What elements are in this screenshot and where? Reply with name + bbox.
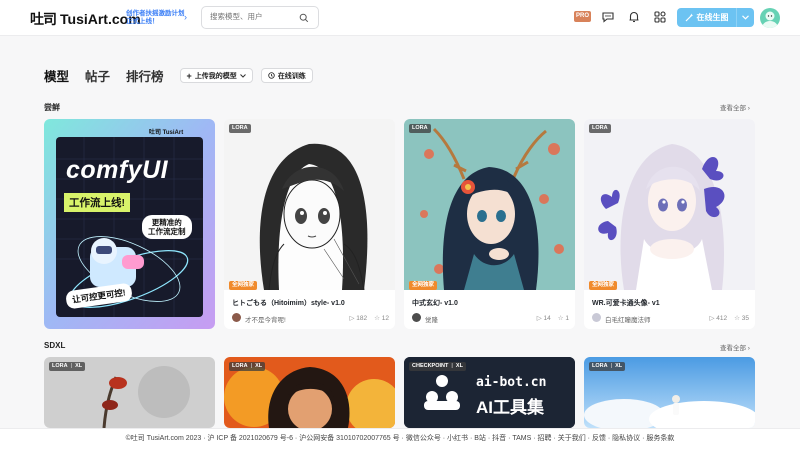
footer-links[interactable]: ©吐司 TusiArt.com 2023 · 沪 ICP 备 202102067…: [126, 435, 675, 442]
model-type-tag: LORA: [409, 124, 431, 133]
model-card[interactable]: LORA 全网独家 ヒトごもる（Hitoimim）style- v1.0 才不是…: [224, 119, 395, 329]
message-icon[interactable]: [601, 10, 615, 24]
play-icon: ▷: [709, 315, 715, 322]
model-title[interactable]: WR.可爱卡通头像- v1: [592, 298, 660, 308]
model-card[interactable]: LORA | XL: [224, 357, 395, 428]
likes-stat[interactable]: ☆ 35: [734, 314, 749, 322]
author-name[interactable]: 白毛红瞳魔法师: [605, 314, 651, 324]
model-title[interactable]: ヒトごもる（Hitoimim）style- v1.0: [232, 298, 345, 308]
logo-mark: 吐司: [30, 12, 57, 28]
model-card[interactable]: LORA 全网独家 WR.可爱卡通头像- v1 白毛红瞳魔法师 ▷ 412 ☆ …: [584, 119, 755, 329]
upload-model-button[interactable]: + 上传我的模型: [179, 68, 253, 83]
views-stat: ▷ 412: [709, 315, 728, 322]
promo-line-2: 正式上线！: [126, 18, 159, 25]
model-stats: ▷ 182 ☆ 12: [349, 314, 389, 322]
chevron-down-icon: [239, 73, 246, 78]
site-logo[interactable]: 吐司 TusiArt.com: [30, 9, 141, 29]
anime-girl-sketch-image: [224, 119, 395, 290]
search-box[interactable]: [201, 6, 319, 29]
tab-posts[interactable]: 帖子: [85, 66, 110, 85]
model-title[interactable]: 中式玄幻- v1.0: [412, 298, 458, 308]
model-meta: 白毛红瞳魔法师 ▷ 412 ☆ 35: [592, 313, 749, 324]
butterfly-girl-image: [584, 119, 755, 290]
bubble-line-1: 更精准的: [151, 218, 182, 227]
banner-subtitle: 工作流上线!: [64, 193, 130, 212]
user-avatar[interactable]: [760, 8, 780, 28]
generate-dropdown-button[interactable]: [736, 8, 754, 27]
model-card[interactable]: LORA 全网独家 中式玄幻- v1.0 觉隆 ▷ 14 ☆ 1: [404, 119, 575, 329]
tab-leaderboard[interactable]: 排行榜: [126, 66, 164, 85]
see-all-link-sdxl[interactable]: 查看全部 ›: [720, 342, 750, 352]
see-all-link-new[interactable]: 查看全部 ›: [720, 102, 750, 112]
author-name[interactable]: 觉隆: [425, 314, 438, 324]
search-input[interactable]: [210, 12, 300, 21]
plus-icon: +: [186, 70, 192, 81]
online-training-button[interactable]: 在线训练: [260, 68, 313, 83]
promo-line-1: 创作者扶摇激励计划: [126, 10, 185, 17]
bubble-line-2: 工作流定制: [148, 227, 186, 236]
model-stats: ▷ 412 ☆ 35: [709, 314, 749, 322]
model-thumbnail: LORA 全网独家: [404, 119, 575, 290]
upload-model-label: 上传我的模型: [194, 72, 237, 80]
model-type-tag: CHECKPOINT | XL: [409, 362, 466, 371]
star-icon: ☆: [557, 315, 564, 322]
model-type-tag: LORA: [589, 124, 611, 133]
brand-name: AI工具集: [476, 398, 544, 417]
promo-banner-link[interactable]: 创作者扶摇激励计划 正式上线！: [126, 10, 185, 26]
content-tabs: 模型 帖子 排行榜 + 上传我的模型 在线训练: [44, 66, 321, 85]
banner-title: comfyUI: [66, 156, 169, 184]
likes-stat[interactable]: ☆ 1: [558, 314, 569, 322]
author-avatar[interactable]: [592, 313, 601, 322]
model-thumbnail: LORA 全网独家: [224, 119, 395, 290]
generate-label: 在线生图: [696, 13, 729, 22]
model-type-tag: LORA | XL: [49, 362, 86, 371]
play-icon: ▷: [349, 315, 355, 322]
section-title-new: 尝鲜: [44, 103, 60, 112]
online-training-label: 在线训练: [277, 72, 306, 80]
section-title-sdxl: SDXL: [44, 341, 66, 350]
banner-bubble: 更精准的 工作流定制: [142, 215, 192, 239]
star-icon: ☆: [374, 315, 380, 322]
exclusive-badge: 全网独家: [229, 281, 258, 290]
model-card[interactable]: LORA | XL: [584, 357, 755, 428]
banner-brand: 吐司 TusiArt: [149, 130, 184, 136]
magic-wand-icon: [685, 13, 693, 22]
model-type-tag: LORA: [229, 124, 251, 133]
grid-apps-icon[interactable]: [653, 10, 667, 24]
promo-banner-card[interactable]: 吐司 TusiArt comfyUI 工作流上线! 更精准的 工作流定制 让可控…: [44, 119, 215, 329]
chevron-right-icon[interactable]: ›: [184, 12, 187, 22]
star-icon: ☆: [734, 315, 740, 322]
views-stat: ▷ 14: [536, 315, 551, 322]
model-meta: 才不是今背呢! ▷ 182 ☆ 12: [232, 313, 389, 324]
author-avatar[interactable]: [232, 313, 241, 322]
chevron-down-icon: [742, 15, 749, 20]
bell-icon[interactable]: [627, 10, 641, 24]
exclusive-badge: 全网独家: [409, 281, 438, 290]
play-icon: ▷: [536, 315, 542, 322]
search-icon[interactable]: [299, 13, 309, 23]
author-name[interactable]: 才不是今背呢!: [245, 314, 286, 324]
pro-badge[interactable]: PRO: [574, 11, 591, 22]
model-meta: 觉隆 ▷ 14 ☆ 1: [412, 313, 569, 324]
online-generate-button[interactable]: 在线生图: [677, 8, 736, 27]
training-icon: [268, 72, 275, 79]
views-stat: ▷ 182: [349, 315, 368, 322]
model-card[interactable]: LORA | XL: [44, 357, 215, 428]
model-stats: ▷ 14 ☆ 1: [537, 314, 569, 322]
exclusive-badge: 全网独家: [589, 281, 618, 290]
author-avatar[interactable]: [412, 313, 421, 322]
tab-models[interactable]: 模型: [44, 66, 69, 85]
model-type-tag: LORA | XL: [589, 362, 626, 371]
model-type-tag: LORA | XL: [229, 362, 266, 371]
top-navbar: 吐司 TusiArt.com 创作者扶摇激励计划 正式上线！ › PRO 在线生…: [0, 0, 800, 36]
model-card[interactable]: CHECKPOINT | XL ai-bot.cn AI工具集: [404, 357, 575, 428]
model-thumbnail: LORA 全网独家: [584, 119, 755, 290]
avatar-face-icon: [762, 11, 778, 28]
fantasy-deer-girl-image: [404, 119, 575, 290]
likes-stat[interactable]: ☆ 12: [374, 314, 389, 322]
brand-url: ai-bot.cn: [476, 375, 547, 390]
site-footer: ©吐司 TusiArt.com 2023 · 沪 ICP 备 202102067…: [0, 428, 800, 450]
